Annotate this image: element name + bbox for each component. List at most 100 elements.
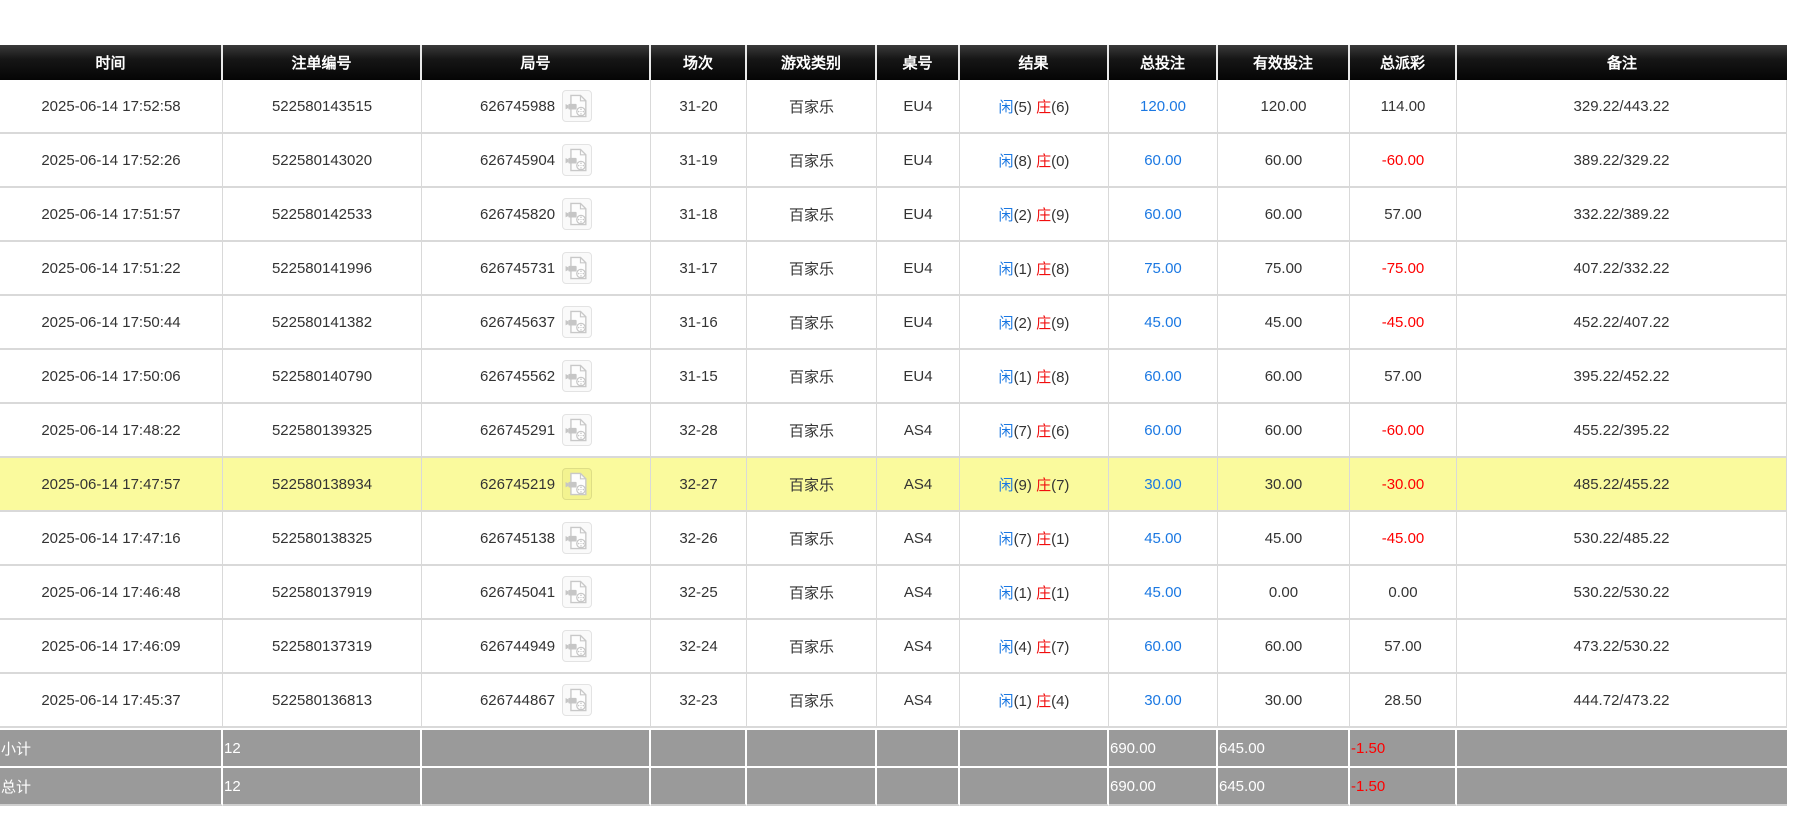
round-id-text: 626745637 (480, 314, 555, 331)
column-header-time: 时间 (0, 45, 223, 80)
grand-total-count: 12 (223, 766, 422, 806)
valid-bet-cell: 60.00 (1218, 404, 1350, 458)
video-replay-button[interactable] (562, 144, 592, 176)
player-result-score: (7) (1014, 531, 1032, 548)
banker-result-label: 庄 (1036, 99, 1051, 116)
total-bet-link[interactable]: 60.00 (1144, 206, 1182, 223)
result-cell: 闲(5) 庄(6) (960, 80, 1109, 134)
video-replay-button[interactable] (562, 360, 592, 392)
table-footer: 小计 12 690.00 645.00 -1.50 总计 12 (0, 728, 1787, 806)
total-bet-link[interactable]: 120.00 (1140, 98, 1186, 115)
bet-id-cell: 522580143020 (223, 134, 422, 188)
banker-result-label: 庄 (1036, 369, 1051, 386)
payout-cell: 57.00 (1350, 350, 1457, 404)
remark-cell: 444.72/473.22 (1457, 674, 1787, 728)
banker-result-label: 庄 (1036, 423, 1051, 440)
grand-total-empty-game (747, 766, 877, 806)
video-replay-button[interactable] (562, 522, 592, 554)
round-cell: 626745219 (422, 458, 651, 512)
session-cell: 31-20 (651, 80, 747, 134)
player-result-label: 闲 (999, 477, 1014, 494)
table-no-cell: EU4 (877, 188, 960, 242)
banker-result-label: 庄 (1036, 585, 1051, 602)
column-header-valid-bet: 有效投注 (1218, 45, 1350, 80)
grand-total-valid-bet: 645.00 (1218, 766, 1350, 806)
game-type-cell: 百家乐 (747, 188, 877, 242)
table-no-cell: AS4 (877, 674, 960, 728)
total-bet-cell: 60.00 (1109, 620, 1218, 674)
table-no-cell: AS4 (877, 566, 960, 620)
table-row[interactable]: 2025-06-14 17:51:22 522580141996 6267457… (0, 242, 1787, 296)
grand-total-label: 总计 (0, 766, 223, 806)
remark-cell: 530.22/485.22 (1457, 512, 1787, 566)
remark-cell: 407.22/332.22 (1457, 242, 1787, 296)
table-wrap: 时间 注单编号 局号 场次 游戏类别 桌号 结果 总投注 有效投注 总派彩 备注… (0, 0, 1797, 806)
grand-total-empty-table (877, 766, 960, 806)
total-bet-link[interactable]: 60.00 (1144, 368, 1182, 385)
total-bet-link[interactable]: 30.00 (1144, 692, 1182, 709)
table-row[interactable]: 2025-06-14 17:46:09 522580137319 6267449… (0, 620, 1787, 674)
round-cell: 626745041 (422, 566, 651, 620)
table-row[interactable]: 2025-06-14 17:50:44 522580141382 6267456… (0, 296, 1787, 350)
total-bet-link[interactable]: 45.00 (1144, 530, 1182, 547)
video-icon (564, 470, 590, 498)
round-id-text: 626745988 (480, 98, 555, 115)
grand-total-empty-round (422, 766, 651, 806)
time-cell: 2025-06-14 17:48:22 (0, 404, 223, 458)
remark-cell: 455.22/395.22 (1457, 404, 1787, 458)
total-bet-link[interactable]: 45.00 (1144, 584, 1182, 601)
table-row[interactable]: 2025-06-14 17:47:16 522580138325 6267451… (0, 512, 1787, 566)
bet-id-cell: 522580141382 (223, 296, 422, 350)
result-cell: 闲(1) 庄(1) (960, 566, 1109, 620)
video-replay-button[interactable] (562, 414, 592, 446)
video-replay-button[interactable] (562, 252, 592, 284)
grand-total-empty-remark (1457, 766, 1787, 806)
video-replay-button[interactable] (562, 630, 592, 662)
subtotal-valid-bet: 645.00 (1218, 728, 1350, 766)
session-cell: 31-17 (651, 242, 747, 296)
video-replay-button[interactable] (562, 684, 592, 716)
total-bet-link[interactable]: 60.00 (1144, 638, 1182, 655)
table-no-cell: AS4 (877, 404, 960, 458)
remark-cell: 530.22/530.22 (1457, 566, 1787, 620)
video-icon (564, 686, 590, 714)
valid-bet-cell: 45.00 (1218, 296, 1350, 350)
table-row[interactable]: 2025-06-14 17:52:26 522580143020 6267459… (0, 134, 1787, 188)
table-row[interactable]: 2025-06-14 17:50:06 522580140790 6267455… (0, 350, 1787, 404)
remark-cell: 485.22/455.22 (1457, 458, 1787, 512)
total-bet-link[interactable]: 30.00 (1144, 476, 1182, 493)
banker-result-score: (7) (1051, 477, 1069, 494)
total-bet-link[interactable]: 75.00 (1144, 260, 1182, 277)
video-replay-button[interactable] (562, 198, 592, 230)
video-icon (564, 362, 590, 390)
round-cell: 626745904 (422, 134, 651, 188)
total-bet-cell: 60.00 (1109, 188, 1218, 242)
valid-bet-cell: 60.00 (1218, 350, 1350, 404)
video-icon (564, 416, 590, 444)
video-replay-button[interactable] (562, 90, 592, 122)
total-bet-link[interactable]: 60.00 (1144, 152, 1182, 169)
remark-cell: 329.22/443.22 (1457, 80, 1787, 134)
video-icon (564, 146, 590, 174)
table-row[interactable]: 2025-06-14 17:46:48 522580137919 6267450… (0, 566, 1787, 620)
remark-cell: 332.22/389.22 (1457, 188, 1787, 242)
total-bet-link[interactable]: 60.00 (1144, 422, 1182, 439)
table-row[interactable]: 2025-06-14 17:45:37 522580136813 6267448… (0, 674, 1787, 728)
video-replay-button[interactable] (562, 306, 592, 338)
game-type-cell: 百家乐 (747, 296, 877, 350)
time-cell: 2025-06-14 17:46:09 (0, 620, 223, 674)
table-row[interactable]: 2025-06-14 17:52:58 522580143515 6267459… (0, 80, 1787, 134)
video-replay-button[interactable] (562, 468, 592, 500)
total-bet-link[interactable]: 45.00 (1144, 314, 1182, 331)
video-replay-button[interactable] (562, 576, 592, 608)
table-no-cell: AS4 (877, 620, 960, 674)
round-cell: 626744949 (422, 620, 651, 674)
table-row[interactable]: 2025-06-14 17:48:22 522580139325 6267452… (0, 404, 1787, 458)
column-header-result: 结果 (960, 45, 1109, 80)
banker-result-label: 庄 (1036, 693, 1051, 710)
total-bet-cell: 60.00 (1109, 350, 1218, 404)
total-bet-cell: 45.00 (1109, 512, 1218, 566)
table-row[interactable]: 2025-06-14 17:51:57 522580142533 6267458… (0, 188, 1787, 242)
total-bet-cell: 30.00 (1109, 458, 1218, 512)
table-row[interactable]: 2025-06-14 17:47:57 522580138934 6267452… (0, 458, 1787, 512)
